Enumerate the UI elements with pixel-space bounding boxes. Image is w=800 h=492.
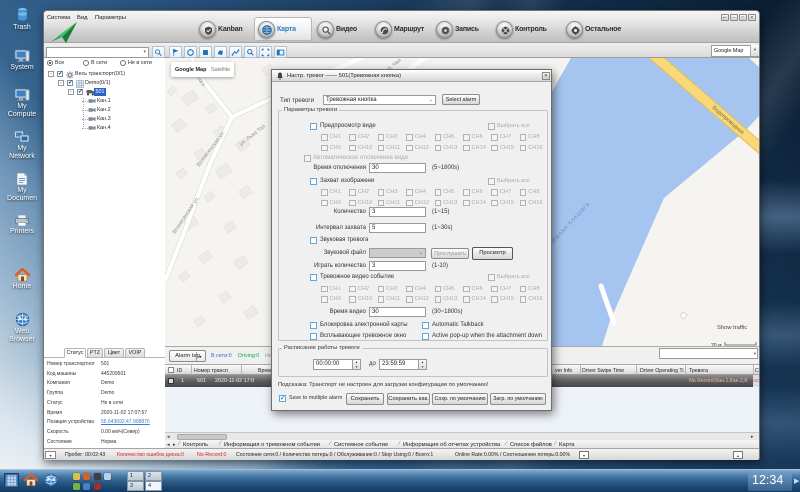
svg-text:Show traffic: Show traffic <box>717 325 747 331</box>
svg-text:ул. Льва Тол: ул. Льва Тол <box>239 124 267 148</box>
